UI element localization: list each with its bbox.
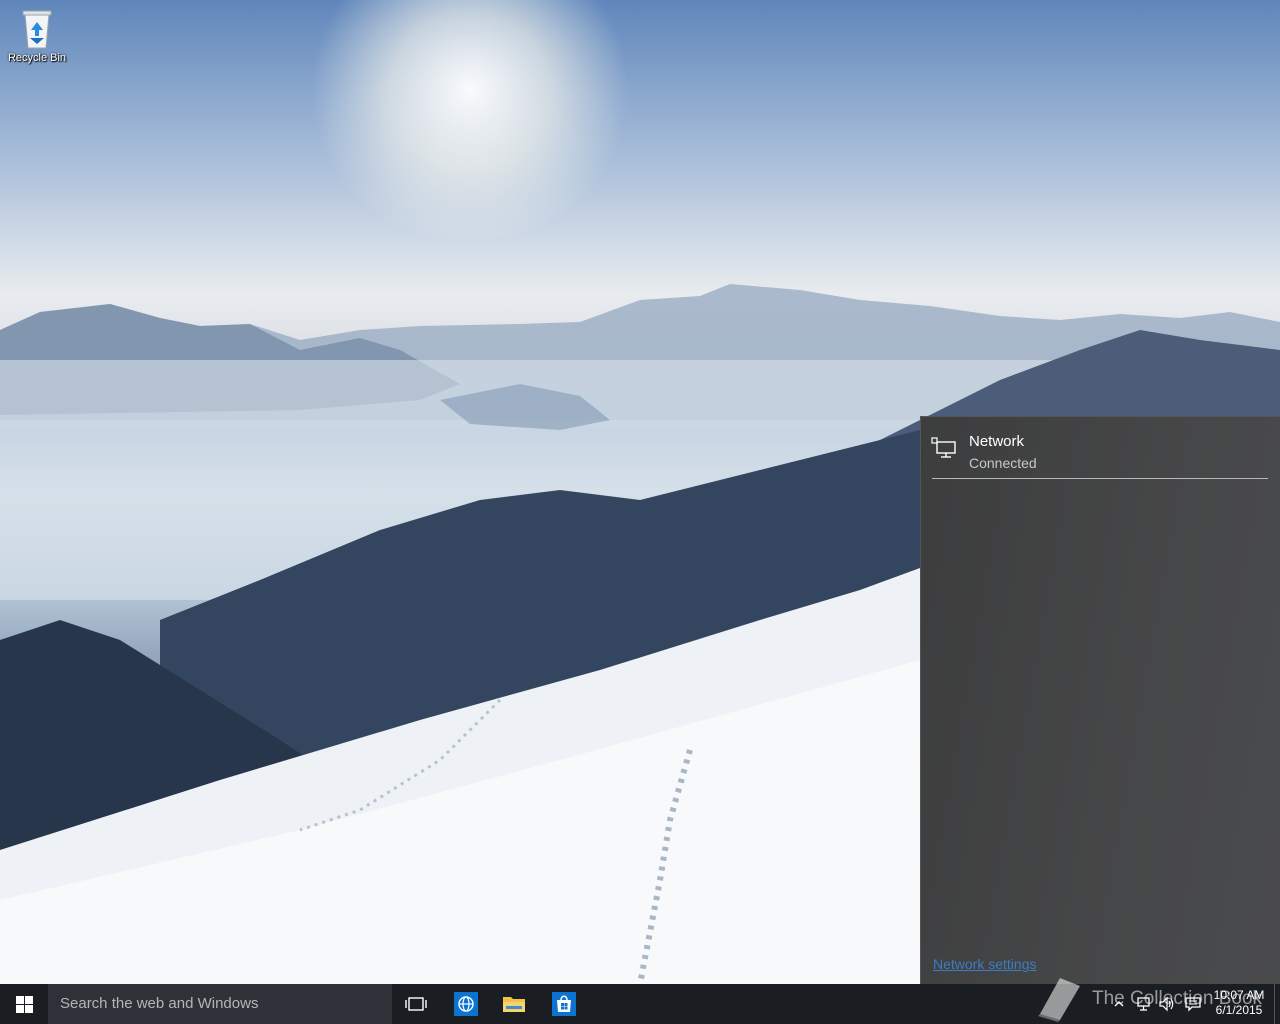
network-flyout: Network Connected Network settings: [920, 416, 1280, 984]
recycle-bin-icon: [22, 10, 52, 49]
windows-logo-icon: [16, 996, 33, 1013]
task-view-icon: [405, 997, 427, 1011]
taskbar-clock[interactable]: 10:07 AM 6/1/2015: [1206, 988, 1272, 1018]
file-explorer-button[interactable]: [498, 988, 530, 1020]
network-settings-link[interactable]: Network settings: [933, 956, 1036, 972]
file-explorer-icon: [503, 997, 525, 1012]
chevron-up-icon[interactable]: [1110, 995, 1128, 1013]
show-desktop-button[interactable]: [1274, 984, 1280, 1024]
taskbar: Search the web and Windows The Collectio…: [0, 978, 1280, 1024]
desktop-icon-label: Recycle Bin: [7, 52, 67, 64]
desktop-icon-recycle-bin[interactable]: Recycle Bin: [4, 6, 70, 64]
network-icon[interactable]: [1134, 995, 1152, 1013]
clock-date: 6/1/2015: [1215, 1003, 1263, 1017]
network-status: Connected: [969, 455, 1037, 471]
spartan-browser-icon: [454, 992, 478, 1016]
store-button[interactable]: [548, 988, 580, 1020]
task-view-button[interactable]: [400, 988, 432, 1020]
wired-network-icon: [931, 437, 956, 458]
network-connection-item[interactable]: Network Connected: [931, 431, 1271, 481]
network-name: Network: [969, 433, 1025, 450]
volume-icon[interactable]: [1158, 995, 1176, 1013]
spartan-browser-button[interactable]: [450, 988, 482, 1020]
action-center-icon[interactable]: [1184, 995, 1202, 1013]
store-icon: [552, 992, 576, 1016]
search-input[interactable]: Search the web and Windows: [48, 984, 392, 1024]
book-logo-icon: [1038, 978, 1080, 1022]
clock-time: 10:07 AM: [1213, 988, 1265, 1002]
divider: [932, 478, 1268, 479]
start-button[interactable]: [0, 984, 48, 1024]
